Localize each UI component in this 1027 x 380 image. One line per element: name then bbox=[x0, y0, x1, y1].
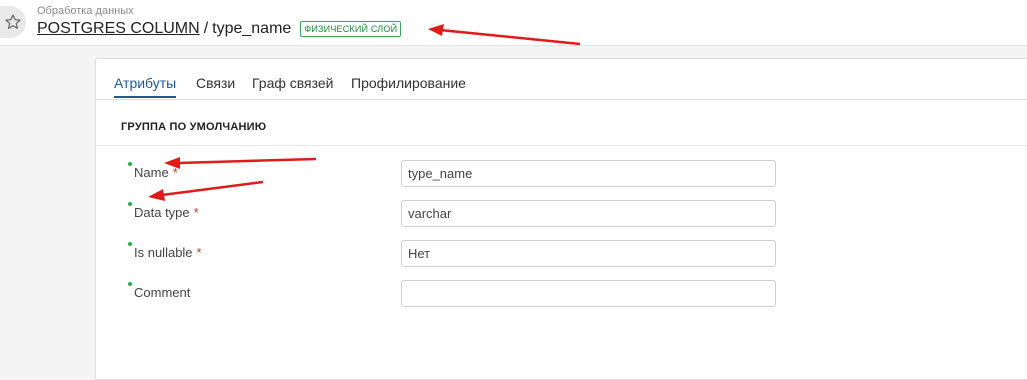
group-title: ГРУППА ПО УМОЛЧАНИЮ bbox=[121, 121, 267, 133]
tab-bar: Атрибуты Связи Граф связей Профилировани… bbox=[96, 59, 1027, 100]
tab-profiling[interactable]: Профилирование bbox=[351, 75, 466, 96]
title-separator: / bbox=[203, 20, 209, 37]
field-label-is-nullable: Is nullable * bbox=[128, 242, 202, 260]
attributes-panel: Атрибуты Связи Граф связей Профилировани… bbox=[95, 58, 1027, 380]
field-label-data-type: Data type * bbox=[128, 202, 199, 220]
page-title: POSTGRES COLUMN / type_name ФИЗИЧЕСКИЙ С… bbox=[37, 19, 402, 39]
field-label-comment: Comment bbox=[128, 282, 190, 300]
required-mark: * bbox=[172, 165, 178, 180]
breadcrumb[interactable]: Обработка данных bbox=[37, 5, 134, 17]
required-mark: * bbox=[196, 245, 202, 260]
star-icon bbox=[5, 14, 21, 29]
tab-relations[interactable]: Связи bbox=[196, 75, 235, 96]
status-dot bbox=[128, 202, 132, 206]
data-type-field[interactable] bbox=[401, 200, 776, 227]
tab-attributes[interactable]: Атрибуты bbox=[114, 75, 177, 98]
is-nullable-field[interactable] bbox=[401, 240, 776, 267]
entity-type-link[interactable]: POSTGRES COLUMN bbox=[37, 20, 200, 38]
comment-field[interactable] bbox=[401, 280, 776, 307]
layer-badge: ФИЗИЧЕСКИЙ СЛОЙ bbox=[300, 21, 402, 37]
status-dot bbox=[128, 242, 132, 246]
field-label-name: Name * bbox=[128, 162, 178, 180]
status-dot bbox=[128, 162, 132, 166]
name-field[interactable] bbox=[401, 160, 776, 187]
required-mark: * bbox=[193, 205, 199, 220]
entity-name: type_name bbox=[212, 20, 292, 37]
favorite-button[interactable] bbox=[0, 6, 26, 38]
group-divider bbox=[96, 145, 1027, 146]
page-header: Обработка данных POSTGRES COLUMN / type_… bbox=[0, 0, 1027, 46]
tab-relations-graph[interactable]: Граф связей bbox=[252, 75, 334, 96]
status-dot bbox=[128, 282, 132, 286]
